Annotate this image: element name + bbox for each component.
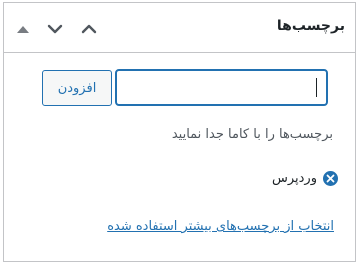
tag-label: وردپرس: [271, 171, 317, 186]
remove-circle-icon[interactable]: [323, 171, 338, 186]
move-up-button[interactable]: [13, 19, 33, 39]
chevron-up-icon: [81, 24, 97, 34]
chevron-down-icon: [47, 24, 63, 34]
text-caret: [316, 78, 317, 97]
tag-hint-text: برچسب‌ها را با کاما جدا نمایید: [171, 127, 333, 142]
tag-item: وردپرس: [272, 171, 338, 186]
meta-box-title: برچسب‌ها: [276, 18, 345, 34]
add-tag-button[interactable]: افزودن: [42, 70, 112, 106]
triangle-up-icon: [17, 25, 29, 33]
choose-most-used-tags-link[interactable]: انتخاب از برچسب‌های بیشتر استفاده شده: [107, 219, 334, 234]
tags-meta-box: برچسب‌ها افزودن برچسب‌ها را با کاما جدا …: [3, 2, 356, 262]
move-down-button[interactable]: [45, 19, 65, 39]
toggle-panel-button[interactable]: [79, 19, 99, 39]
meta-box-header: برچسب‌ها: [4, 3, 355, 53]
new-tag-input[interactable]: [115, 69, 328, 106]
